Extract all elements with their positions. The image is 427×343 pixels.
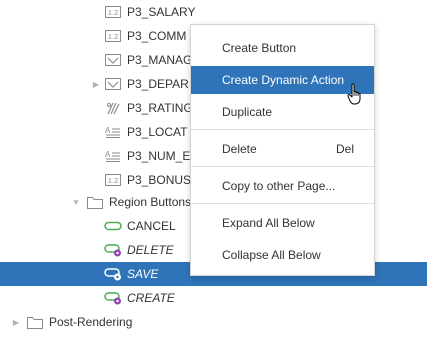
tree-node-label: CREATE — [127, 291, 175, 305]
menu-item-label: Create Button — [222, 41, 297, 55]
expand-chevron-icon[interactable]: ▶ — [90, 72, 102, 96]
collapse-chevron-icon[interactable]: ▼ — [70, 190, 82, 214]
tree-node-label: P3_SALARY — [127, 5, 196, 19]
star-rating-icon — [104, 101, 122, 115]
menu-item-collapse-all-below[interactable]: Collapse All Below — [191, 241, 374, 269]
text-field-icon: A — [104, 125, 122, 139]
expand-chevron-icon[interactable]: ▶ — [10, 310, 22, 334]
tree-node-p3-salary[interactable]: 1.2 P3_SALARY — [0, 0, 427, 24]
hand-pointer-icon — [347, 83, 365, 108]
tree-node-label: SAVE — [127, 267, 159, 281]
menu-item-delete[interactable]: Delete Del — [191, 135, 374, 163]
menu-item-label: Duplicate — [222, 105, 273, 119]
svg-text:1.2: 1.2 — [108, 32, 118, 41]
menu-item-shortcut: Del — [335, 142, 354, 156]
folder-icon — [86, 195, 104, 209]
folder-icon — [26, 315, 44, 329]
menu-separator — [191, 166, 374, 167]
svg-text:A: A — [105, 126, 111, 135]
tree-node-label: P3_LOCAT — [127, 125, 188, 139]
menu-item-label: Expand All Below — [222, 216, 315, 230]
context-menu: Create Button Create Dynamic Action Dupl… — [190, 24, 375, 276]
button-icon — [104, 219, 122, 233]
tree-node-label: DELETE — [127, 243, 174, 257]
tree-node-create[interactable]: CREATE — [0, 286, 427, 310]
menu-item-create-button[interactable]: Create Button — [191, 34, 374, 62]
tree-node-label: Region Buttons — [109, 195, 192, 209]
svg-text:A: A — [105, 150, 111, 159]
tree-node-label: P3_BONUS — [127, 173, 192, 187]
select-list-icon — [104, 77, 122, 91]
button-action-icon — [104, 243, 122, 257]
svg-text:1.2: 1.2 — [108, 176, 118, 185]
menu-item-label: Collapse All Below — [222, 248, 321, 262]
menu-separator — [191, 129, 374, 130]
menu-item-label: Delete — [222, 142, 257, 156]
menu-item-expand-all-below[interactable]: Expand All Below — [191, 209, 374, 237]
menu-item-label: Copy to other Page... — [222, 179, 336, 193]
tree-node-label: P3_RATING — [127, 101, 193, 115]
menu-item-label: Create Dynamic Action — [222, 73, 345, 87]
number-field-icon: 1.2 — [104, 29, 122, 43]
svg-text:1.2: 1.2 — [108, 8, 118, 17]
tree-node-label: P3_COMM — [127, 29, 187, 43]
menu-item-copy-to-other-page[interactable]: Copy to other Page... — [191, 172, 374, 200]
menu-separator — [191, 203, 374, 204]
text-field-icon: A — [104, 149, 122, 163]
tree-node-label: P3_MANAG — [127, 53, 193, 67]
number-field-icon: 1.2 — [104, 5, 122, 19]
tree-node-label: CANCEL — [127, 219, 176, 233]
tree-node-label: Post-Rendering — [49, 315, 133, 329]
tree-node-label: P3_DEPAR — [127, 77, 189, 91]
number-field-icon: 1.2 — [104, 173, 122, 187]
select-list-icon — [104, 53, 122, 67]
button-action-icon — [104, 291, 122, 305]
button-action-icon — [104, 267, 122, 281]
tree-node-post-rendering[interactable]: ▶ Post-Rendering — [0, 310, 427, 334]
tree-node-label: P3_NUM_E — [127, 149, 191, 163]
